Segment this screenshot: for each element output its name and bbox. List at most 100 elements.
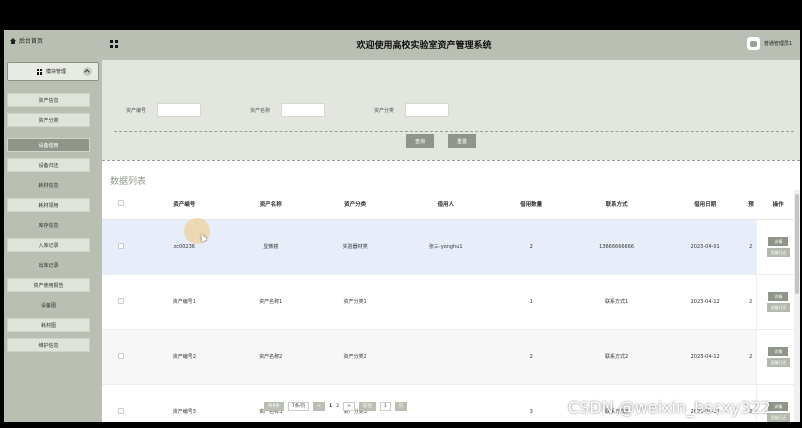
sidebar-item[interactable]: 资产信息 [7,93,90,107]
cell-name: 资产名称2 [229,329,313,385]
next-page-button[interactable]: > [343,401,355,411]
cell-date: 2023-04-12 [664,274,746,330]
pagination: 共8条 7条/页 < 1 2 > 前往 1 页 [264,401,408,411]
sidebar-item[interactable]: 资产分类 [7,113,90,127]
search-panel: 资产编号 资产名称 资产分类 查询 重置 [102,60,800,161]
watermark-text: CSDN @weixin_bscxy322 [568,398,771,417]
chevron-up-icon[interactable] [83,67,92,76]
row-checkbox[interactable] [102,274,140,330]
sidebar: 模块管理 资产信息资产分类设备借用设备归还耗材信息耗材领用库存信息入库记录出库记… [4,60,102,422]
cell-contact: 13666666666 [568,219,665,275]
vertical-scrollbar[interactable] [794,190,800,422]
cell-date: 2023-04-12 [664,329,746,385]
cell-date: 2023-04-01 [664,219,746,275]
sidebar-item[interactable]: 设备归还 [7,158,90,172]
list-title: 数据列表 [110,177,147,187]
cursor-highlight [184,218,210,244]
column-header: 资产编号 [139,190,230,220]
return-button[interactable]: 设备归还 [766,302,790,312]
home-icon [10,37,16,44]
sidebar-item[interactable]: 维护信息 [7,338,90,352]
detail-button[interactable]: 详情 [768,236,789,246]
column-header: 借用人 [397,190,494,220]
cell-borrower [397,384,494,422]
goto-input[interactable]: 1 [379,401,391,411]
reset-button[interactable]: 重置 [448,134,476,148]
row-checkbox[interactable] [102,219,140,275]
sidebar-group-module-management[interactable]: 模块管理 [7,62,99,81]
asset-category-input[interactable] [405,103,449,117]
app-window: 后台首页 欢迎使用高校实验室资产管理系统 普通管理员1 模块管理 资产信息资产分… [4,30,800,422]
grid-icon [37,68,43,75]
table-row[interactable]: 资产编号2 资产名称2 资产分类2 2 联系方式2 2023-04-12 2 详情 设备归还 [102,329,800,385]
select-all-checkbox[interactable] [102,190,140,220]
sidebar-item[interactable]: 设备借用 [7,138,90,152]
row-checkbox[interactable] [102,329,140,385]
detail-button[interactable]: 详情 [768,401,789,411]
sidebar-item: 库存信息 [38,223,59,229]
menu-grid-icon[interactable] [110,40,118,48]
asset-category-label: 资产分类 [374,108,395,114]
cell-qty: 3 [493,384,569,422]
column-header: 资产名称 [229,190,313,220]
divider [114,131,794,132]
cell-qty: 1 [493,274,569,330]
page-size-select[interactable]: 7条/页 [287,401,310,411]
sidebar-item[interactable]: 入库记录 [7,238,90,252]
return-button[interactable]: 设备归还 [766,247,790,257]
sidebar-item: 出库记录 [38,263,59,269]
detail-button[interactable]: 详情 [768,346,789,356]
top-header: 后台首页 欢迎使用高校实验室资产管理系统 普通管理员1 [4,30,800,60]
sidebar-item[interactable]: 耗材图 [7,318,90,332]
user-name: 普通管理员1 [763,41,792,47]
cell-category: 资产分类2 [312,329,398,385]
asset-name-label: 资产名称 [250,108,271,114]
cell-qty: 2 [493,329,569,385]
return-button[interactable]: 设备归还 [766,357,790,367]
column-header: 预 [745,190,757,220]
cell-extra: 2 [745,274,757,330]
avatar[interactable] [746,37,760,50]
column-header: 联系方式 [568,190,665,220]
cell-contact: 联系方式1 [568,274,665,330]
home-link[interactable]: 后台首页 [10,36,43,45]
total-count: 共8条 [264,401,284,411]
column-header: 借用日期 [664,190,746,220]
app-title: 欢迎使用高校实验室资产管理系统 [356,41,492,51]
divider [102,160,800,161]
asset-no-input[interactable] [157,103,201,117]
row-checkbox[interactable] [102,384,140,422]
cell-no: 资产编号2 [139,329,230,385]
cell-borrower [397,329,494,385]
query-button[interactable]: 查询 [406,134,434,148]
sidebar-item[interactable]: 耗材领用 [7,198,90,212]
cell-category: 资产分类1 [312,274,398,330]
detail-button[interactable]: 详情 [768,291,789,301]
table-header-row: 资产编号 资产名称 资产分类 借用人 借用数量 联系方式 借用日期预操作 [102,190,800,220]
prev-page-button[interactable]: < [313,401,326,411]
asset-no-label: 资产编号 [126,108,147,114]
column-header: 借用数量 [493,190,569,220]
goto-label: 前往 [358,401,376,411]
cell-category: 实验器材类 [312,219,398,275]
screen: 后台首页 欢迎使用高校实验室资产管理系统 普通管理员1 模块管理 资产信息资产分… [0,0,802,428]
sidebar-group-label: 模块管理 [46,69,67,75]
table-row[interactable]: 资产编号1 资产名称1 资产分类1 1 联系方式1 2023-04-12 2 详情 设备归还 [102,274,800,330]
cell-name: 资产名称1 [229,274,313,330]
cell-extra: 2 [745,219,757,275]
cell-no: 资产编号1 [139,274,230,330]
sidebar-item[interactable]: 资产使用报告 [7,278,90,292]
user-menu[interactable]: 普通管理员1 [746,37,792,50]
cell-name: 显微镜 [229,219,313,275]
cell-extra: 2 [745,329,757,385]
main-content: 资产编号 资产名称 资产分类 查询 重置 数据列表 资产编号 资产名称 资产分类… [102,60,800,422]
cell-borrower [397,274,494,330]
cell-qty: 2 [493,219,569,275]
column-header: 资产分类 [312,190,398,220]
sidebar-item: 耗材信息 [38,183,59,189]
page-2[interactable]: 2 [336,404,339,409]
home-label: 后台首页 [19,38,44,45]
cell-contact: 联系方式2 [568,329,665,385]
page-1[interactable]: 1 [329,404,332,409]
asset-name-input[interactable] [281,103,325,117]
